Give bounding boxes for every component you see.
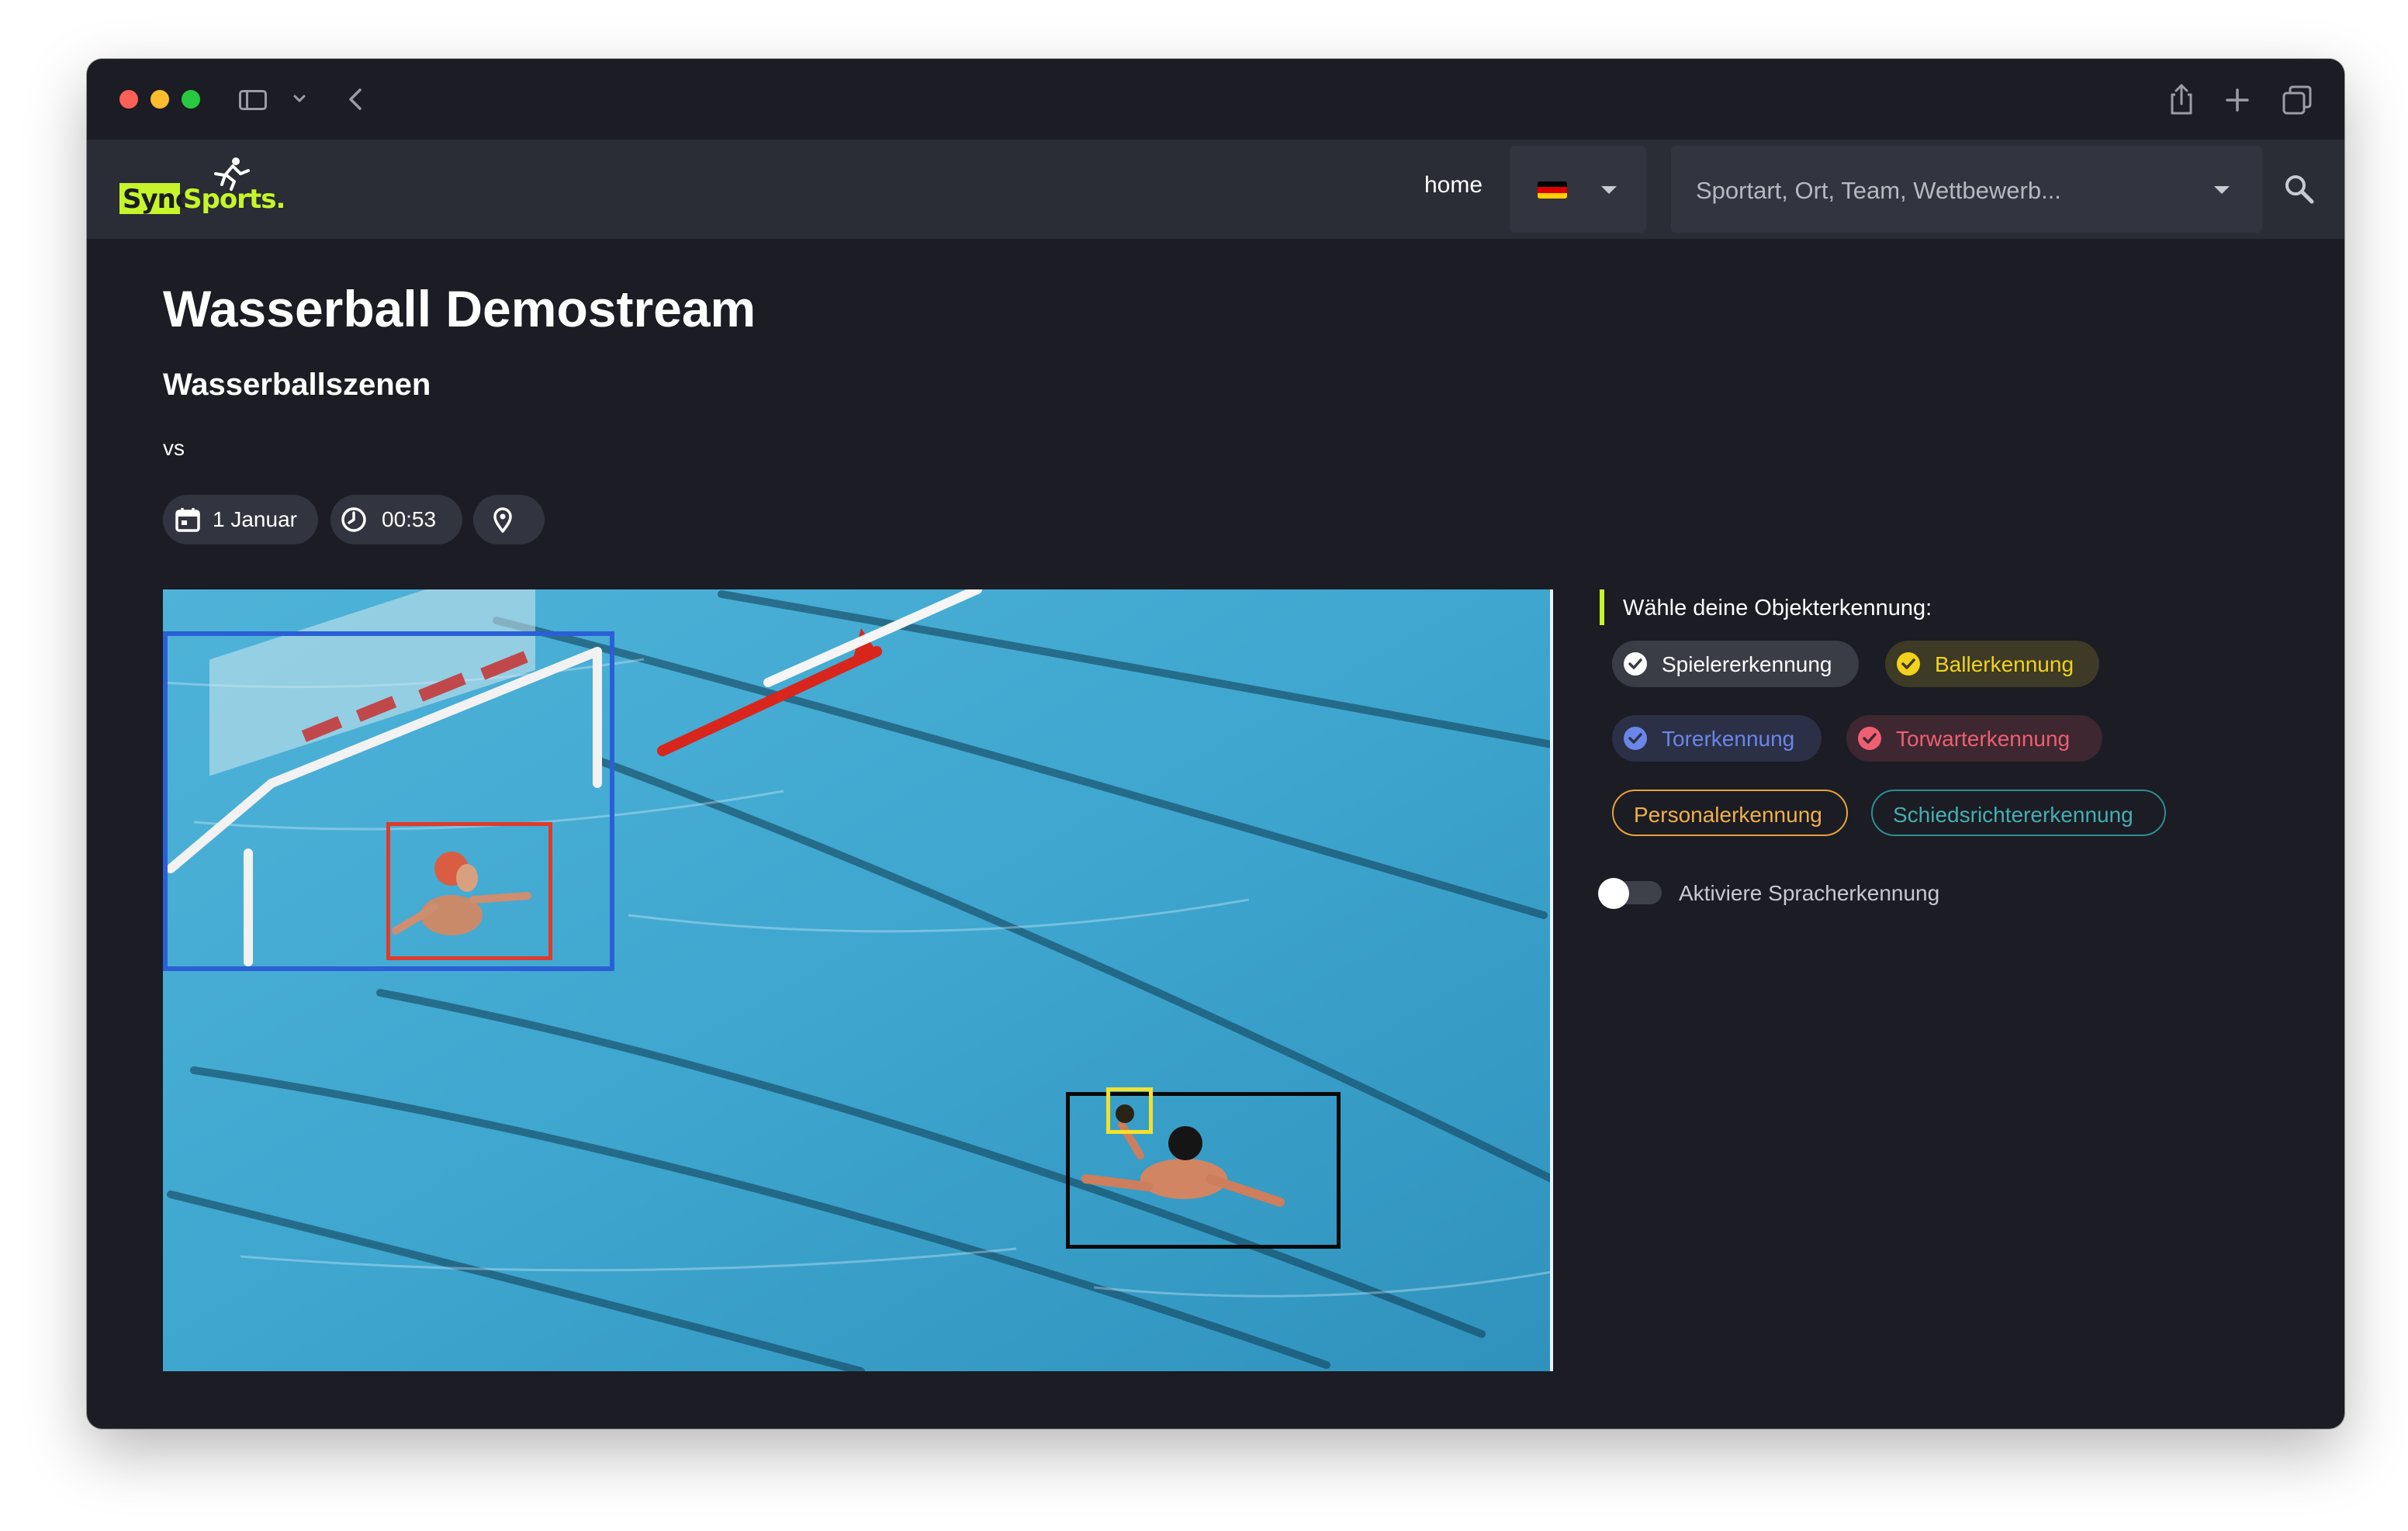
detection-heading: Wähle deine Objekterkennung: [1600,589,1932,625]
minimize-window-button[interactable] [150,90,169,109]
time-text: 00:53 [382,507,437,531]
location-pin-icon [493,507,512,533]
chip-goal-detection[interactable]: Torerkennung [1612,715,1822,762]
vs-label: vs [163,436,185,460]
chip-player-detection[interactable]: Spielererkennung [1612,641,1859,687]
page-title: Wasserball Demostream [163,280,756,337]
chip-label: Ballerkennung [1935,652,2074,676]
calendar-icon [175,508,200,532]
zoom-window-button[interactable] [182,90,200,109]
chip-label: Schiedsrichtererkennung [1893,803,2133,827]
caret-down-icon [1601,186,1617,194]
language-select[interactable] [1510,146,1646,233]
speech-recognition-label: Aktiviere Spracherkennung [1679,881,1940,905]
browser-window: Sync Sports. home Sportart, Ort, Team, W… [87,59,2344,1429]
check-circle-icon [1624,727,1647,750]
close-window-button[interactable] [119,90,138,109]
plus-icon[interactable] [2222,81,2253,118]
sidebar-toggle-icon[interactable] [239,81,270,118]
syncsports-logo[interactable]: Sync Sports. [118,152,304,226]
clock-icon [341,507,366,532]
caret-down-icon [2214,186,2230,194]
chip-label: Torerkennung [1662,727,1795,751]
chip-referee-detection[interactable]: Schiedsrichtererkennung [1871,790,2166,836]
chip-label: Spielererkennung [1662,652,1832,676]
nav-home-link[interactable]: home [1424,172,1483,199]
detection-heading-text: Wähle deine Objekterkennung: [1623,596,1932,620]
chevron-down-icon[interactable] [290,81,309,118]
chip-label: Torwarterkennung [1896,727,2071,751]
speech-recognition-toggle[interactable] [1598,878,1662,909]
date-text: 1 Januar [213,507,297,531]
svg-text:Sync: Sync [123,184,190,215]
germany-flag-icon [1538,181,1567,199]
check-circle-icon [1897,652,1920,676]
time-badge: 00:53 [330,495,462,544]
back-chevron-icon[interactable] [341,81,372,118]
tabs-overview-icon[interactable] [2281,81,2315,118]
video-player[interactable] [163,589,1553,1371]
chip-goalkeeper-detection[interactable]: Torwarterkennung [1846,715,2102,762]
check-circle-icon [1858,727,1881,750]
chip-ball-detection[interactable]: Ballerkennung [1885,641,2099,687]
browser-titlebar [87,59,2344,140]
search-select[interactable]: Sportart, Ort, Team, Wettbewerb... [1671,146,2262,233]
chip-label: Personalerkennung [1634,803,1822,827]
svg-text:Sports.: Sports. [183,184,285,215]
goalkeeper-detection-box [386,822,552,960]
search-placeholder: Sportart, Ort, Team, Wettbewerb... [1696,177,2061,204]
chip-staff-detection[interactable]: Personalerkennung [1612,790,1848,836]
ball-detection-box [1106,1087,1153,1134]
location-badge [473,495,545,544]
event-subtitle: Wasserballszenen [163,368,431,402]
site-navbar: Sync Sports. home Sportart, Ort, Team, W… [87,140,2344,239]
date-badge: 1 Januar [163,495,318,544]
search-icon[interactable] [2282,172,2316,206]
toggle-knob [1598,878,1629,909]
check-circle-icon [1624,652,1647,676]
share-icon[interactable] [2166,81,2197,118]
